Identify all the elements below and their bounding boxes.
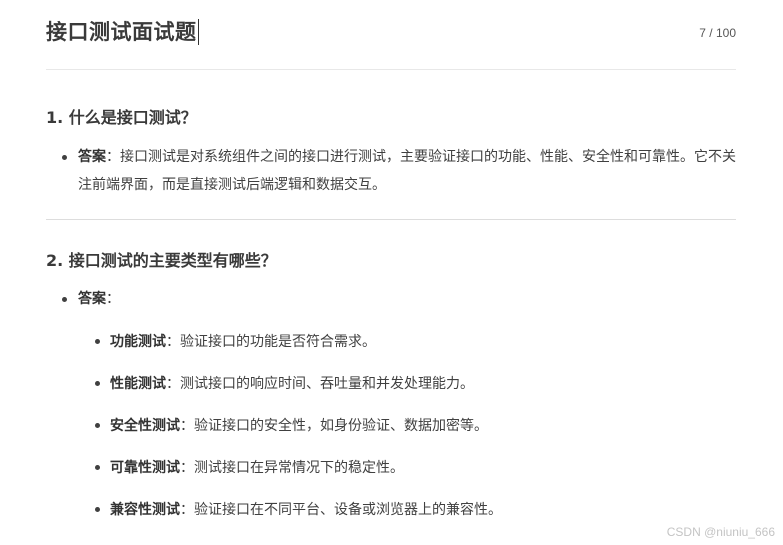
list-item-label: 兼容性测试 (110, 502, 180, 518)
bullet-icon (95, 339, 100, 344)
list-item-separator: ： (180, 502, 194, 518)
answer-label: 答案 (78, 149, 106, 165)
list-item-label: 可靠性测试 (110, 460, 180, 476)
list-item-text: 验证接口在不同平台、设备或浏览器上的兼容性。 (194, 502, 502, 518)
list-item-separator: ： (166, 376, 180, 392)
document-page: 接口测试面试题 7 / 100 1. 什么是接口测试？ 答案：接口测试是对系统组… (46, 0, 736, 518)
list-item-text: 测试接口的响应时间、吞吐量和并发处理能力。 (180, 376, 474, 392)
list-item-text: 测试接口在异常情况下的稳定性。 (194, 460, 404, 476)
bullet-icon (95, 381, 100, 386)
answer-text: 接口测试是对系统组件之间的接口进行测试，主要验证接口的功能、性能、安全性和可靠性… (78, 149, 736, 193)
list-item-reliability-test: 可靠性测试：测试接口在异常情况下的稳定性。 (110, 457, 404, 477)
question-2-answer: 答案： (78, 285, 120, 313)
list-item-text: 验证接口的功能是否符合需求。 (180, 334, 376, 350)
section-divider (46, 219, 736, 220)
bullet-icon (95, 507, 100, 512)
bullet-icon (95, 465, 100, 470)
document-title[interactable]: 接口测试面试题 (46, 16, 199, 46)
document-title-text: 接口测试面试题 (46, 20, 197, 44)
list-item-performance-test: 性能测试：测试接口的响应时间、吞吐量和并发处理能力。 (110, 373, 474, 393)
watermark: CSDN @niuniu_666 (666, 525, 775, 539)
bullet-icon (95, 423, 100, 428)
list-item-compatibility-test: 兼容性测试：验证接口在不同平台、设备或浏览器上的兼容性。 (110, 499, 502, 519)
question-1-answer: 答案：接口测试是对系统组件之间的接口进行测试，主要验证接口的功能、性能、安全性和… (78, 143, 736, 199)
question-1-heading: 1. 什么是接口测试？ (46, 108, 197, 127)
answer-separator: ： (106, 291, 120, 307)
list-item-label: 性能测试 (110, 376, 166, 392)
list-item-security-test: 安全性测试：验证接口的安全性，如身份验证、数据加密等。 (110, 415, 488, 435)
document-header: 接口测试面试题 7 / 100 (46, 0, 736, 70)
answer-label: 答案 (78, 291, 106, 307)
list-item-functional-test: 功能测试：验证接口的功能是否符合需求。 (110, 331, 376, 351)
list-item-label: 安全性测试 (110, 418, 180, 434)
text-cursor (197, 19, 199, 45)
list-item-separator: ： (180, 460, 194, 476)
bullet-icon (62, 297, 67, 302)
list-item-label: 功能测试 (110, 334, 166, 350)
bullet-icon (62, 155, 67, 160)
question-2-heading: 2. 接口测试的主要类型有哪些？ (46, 251, 277, 270)
list-item-separator: ： (166, 334, 180, 350)
page-counter: 7 / 100 (699, 26, 736, 40)
answer-separator: ： (106, 149, 120, 165)
list-item-separator: ： (180, 418, 194, 434)
list-item-text: 验证接口的安全性，如身份验证、数据加密等。 (194, 418, 488, 434)
